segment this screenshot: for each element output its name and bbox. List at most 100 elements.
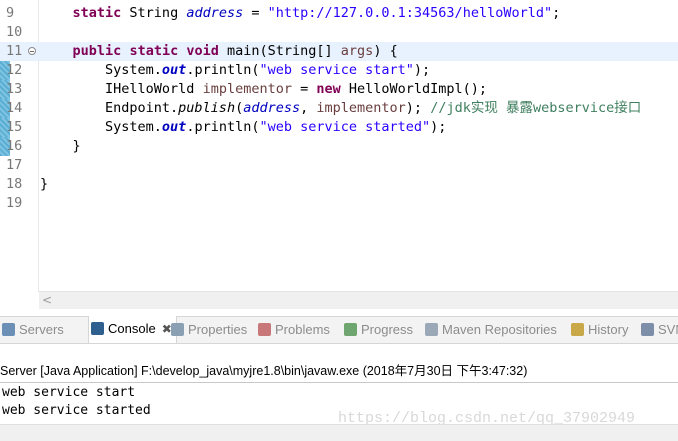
code-token: static [72, 5, 122, 21]
tab-label: Maven Repositories [442, 322, 557, 337]
code-token: "web service started" [259, 119, 431, 135]
code-token: System. [40, 62, 162, 78]
console-process-label: Server [Java Application] F:\develop_jav… [0, 364, 528, 378]
tab-servers[interactable]: Servers [2, 317, 64, 343]
code-line[interactable]: 19 [0, 194, 678, 213]
tab-maven[interactable]: Maven Repositories [425, 317, 557, 343]
code-token: new [316, 81, 341, 97]
tab-svn[interactable]: SVN [641, 317, 678, 343]
properties-icon [171, 323, 184, 336]
line-number: 18 [6, 176, 23, 192]
console-output-line: web service started [2, 403, 151, 418]
code-token: public [72, 43, 122, 59]
tab-properties[interactable]: Properties [171, 317, 247, 343]
code-token: ; [552, 5, 561, 21]
code-token: static [129, 43, 179, 59]
svn-icon [641, 323, 654, 336]
bottom-view-tabbar: Servers Console ✖ Properties Problems Progres… [0, 316, 678, 344]
code-token: ); [413, 62, 431, 78]
code-line[interactable]: 14 Endpoint.publish(address, implementor… [0, 99, 678, 118]
code-token: System. [40, 119, 162, 135]
code-text: System.out.println("web service start"); [40, 61, 430, 80]
line-number: 15 [6, 119, 23, 135]
code-line[interactable]: 11 public static void main(String[] args… [0, 42, 678, 61]
progress-icon [344, 323, 357, 336]
servers-icon [2, 323, 15, 336]
code-token: ( [235, 100, 244, 116]
code-line[interactable]: 18} [0, 175, 678, 194]
code-token: .println( [186, 62, 260, 78]
code-token: out [161, 119, 187, 135]
code-line[interactable]: 13 IHelloWorld implementor = new HelloWo… [0, 80, 678, 99]
code-token: } [40, 138, 81, 154]
code-text: } [40, 175, 48, 194]
code-token: , [300, 100, 317, 116]
line-number: 13 [6, 81, 23, 97]
code-token: ); [405, 100, 431, 116]
code-line[interactable]: 16 } [0, 137, 678, 156]
code-token: "http://127.0.0.1:34563/helloWorld" [267, 5, 553, 21]
maven-repositories-icon [425, 323, 438, 336]
code-token: ); [430, 119, 447, 135]
editor-horizontal-scrollbar[interactable]: < [39, 291, 678, 309]
tab-label: SVN [658, 322, 678, 337]
code-text: IHelloWorld implementor = new HelloWorld… [40, 80, 487, 99]
code-line[interactable]: 10 [0, 23, 678, 42]
code-token: = [291, 81, 317, 97]
code-token: implementor [202, 81, 292, 97]
code-line[interactable]: 17 [0, 156, 678, 175]
code-text: static String address = "http://127.0.0.… [40, 4, 561, 23]
code-token: HelloWorldImpl(); [340, 81, 488, 97]
problems-icon [258, 323, 271, 336]
code-token: = [243, 5, 268, 21]
tab-label: Progress [361, 322, 414, 337]
code-text: Endpoint.publish(address, implementor); … [40, 99, 641, 118]
code-token: address [186, 5, 244, 21]
scroll-left-icon[interactable]: < [42, 292, 52, 308]
code-line[interactable]: 15 System.out.println("web service start… [0, 118, 678, 137]
code-line[interactable]: 9 static String address = "http://127.0.… [0, 4, 678, 23]
code-token: implementor [316, 100, 406, 116]
code-token: args [340, 43, 374, 59]
tab-label: Problems [275, 322, 330, 337]
console-icon [91, 322, 104, 335]
tab-label: Console [108, 321, 156, 336]
code-token: address [243, 100, 301, 116]
code-token: void [186, 43, 219, 59]
line-number: 12 [6, 62, 23, 78]
fold-collapse-icon[interactable] [28, 47, 36, 55]
console-output-line: web service start [2, 385, 136, 400]
console-divider [0, 382, 678, 383]
code-text: System.out.println("web service started"… [40, 118, 446, 137]
code-token: publish [178, 100, 236, 116]
tab-problems[interactable]: Problems [258, 317, 330, 343]
line-number: 11 [6, 43, 23, 59]
code-token: ) { [373, 43, 398, 59]
tab-console[interactable]: Console ✖ [88, 316, 177, 343]
code-editor[interactable]: 9 static String address = "http://127.0.… [0, 0, 678, 309]
code-token: IHelloWorld [40, 81, 203, 97]
line-number: 14 [6, 100, 23, 116]
tab-label: History [588, 322, 629, 337]
code-text: public static void main(String[] args) { [40, 42, 398, 61]
tab-label: Properties [188, 322, 248, 337]
code-token: .println( [186, 119, 260, 135]
tab-progress[interactable]: Progress [344, 317, 413, 343]
code-token: main(String[] [218, 43, 341, 59]
code-text: } [40, 137, 81, 156]
code-token: //jdk实现 暴露webservice接口 [430, 100, 642, 116]
tab-history[interactable]: History [571, 317, 628, 343]
tab-label: Servers [19, 322, 64, 337]
code-token: String [121, 5, 187, 21]
line-number: 9 [6, 5, 15, 21]
line-number: 19 [6, 195, 23, 211]
line-number: 17 [6, 157, 23, 173]
code-token: out [161, 62, 187, 78]
code-token: Endpoint. [40, 100, 179, 116]
code-token: "web service start" [259, 62, 414, 78]
console-horizontal-scrollbar[interactable] [0, 424, 678, 441]
line-number: 16 [6, 138, 23, 154]
code-line[interactable]: 12 System.out.println("web service start… [0, 61, 678, 80]
